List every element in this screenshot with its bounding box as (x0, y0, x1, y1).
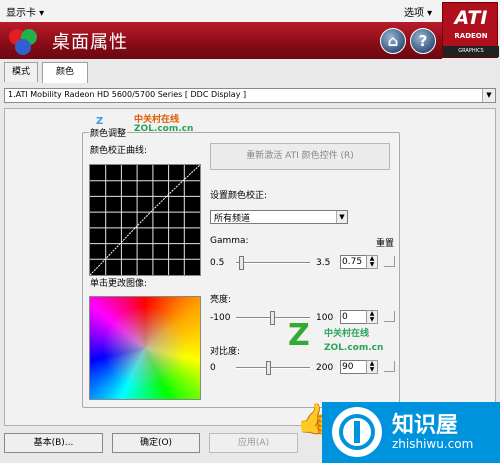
logo-sub: RADEON (454, 32, 488, 40)
contrast-slider-thumb[interactable] (266, 361, 272, 375)
brightness-reset-box[interactable] (384, 311, 395, 322)
logo-brand: ATI (454, 7, 488, 29)
gamma-max: 3.5 (316, 258, 331, 268)
brightness-min: -100 (210, 313, 231, 323)
color-balls-icon (9, 29, 37, 55)
brightness-max: 100 (316, 313, 334, 323)
brightness-label: 亮度: (210, 295, 232, 305)
brightness-value[interactable]: 0 (340, 310, 367, 324)
zhishiwu-url: zhishiwu.com (392, 437, 474, 451)
zol-watermark-site-2: ZOL.com.cn (324, 343, 384, 353)
gamma-slider-thumb[interactable] (238, 256, 244, 270)
contrast-label: 对比度: (210, 347, 241, 357)
brightness-slider-thumb[interactable] (270, 311, 275, 325)
display-select[interactable]: 1.ATI Mobility Radeon HD 5600/5700 Serie… (4, 88, 496, 103)
ok-button[interactable]: 确定(O) (112, 433, 200, 453)
basic-button[interactable]: 基本(B)... (4, 433, 103, 453)
color-curve-graph[interactable] (89, 164, 201, 276)
logo-tag: GRAPHICS (443, 46, 499, 57)
reactivate-color-controls-button[interactable]: 重新激活 ATI 颜色控件 (R) (210, 143, 390, 170)
zol-watermark-text-2: 中关村在线 (324, 329, 370, 339)
contrast-stepper[interactable]: ▲ ▼ (366, 360, 378, 374)
gamma-curve (89, 164, 201, 276)
zhishiwu-title: 知识屋 (392, 413, 459, 438)
contrast-max: 200 (316, 363, 334, 373)
ati-radeon-logo: ATI RADEON GRAPHICS (442, 2, 499, 58)
apply-button[interactable]: 应用(A) (209, 433, 298, 453)
contrast-min: 0 (210, 363, 216, 373)
page-title: 桌面属性 (52, 32, 128, 53)
contrast-slider-track[interactable] (236, 367, 310, 369)
display-select-value: 1.ATI Mobility Radeon HD 5600/5700 Serie… (8, 90, 247, 99)
contrast-reset-box[interactable] (384, 361, 395, 372)
menu-bar: 显示卡 ▾ 选项 ▾ (0, 0, 500, 22)
zol-watermark-logo-2: Z (288, 318, 310, 353)
spectrum-center (89, 296, 201, 400)
curve-label: 颜色校正曲线: (90, 146, 148, 156)
channel-select[interactable]: 所有频道 ▼ (210, 210, 348, 224)
gamma-slider-track[interactable] (236, 262, 310, 264)
group-title: 颜色调整 (89, 126, 128, 139)
help-icon[interactable]: ? (410, 28, 436, 54)
contrast-value[interactable]: 90 (340, 360, 367, 374)
tab-color[interactable]: 颜色 (42, 62, 88, 83)
gamma-value[interactable]: 0.75 (340, 255, 367, 269)
options-menu[interactable]: 选项 ▾ (404, 4, 432, 19)
brightness-stepper[interactable]: ▲ ▼ (366, 310, 378, 324)
zol-watermark-logo: Z (96, 116, 104, 127)
graphics-card-menu[interactable]: 显示卡 ▾ (6, 4, 44, 19)
gamma-stepper[interactable]: ▲ ▼ (366, 255, 378, 269)
set-correction-label: 设置颜色校正: (210, 191, 268, 201)
gamma-label: Gamma: (210, 236, 249, 246)
reset-label: 重置 (376, 239, 395, 249)
click-image-label: 单击更改图像: (90, 279, 148, 289)
curve-grid (89, 164, 201, 276)
gamma-min: 0.5 (210, 258, 225, 268)
home-icon[interactable]: ⌂ (380, 28, 406, 54)
zol-watermark-site: ZOL.com.cn (134, 124, 194, 134)
zhishiwu-logo-icon (332, 407, 382, 457)
tab-mode[interactable]: 模式 (4, 62, 38, 82)
gamma-reset-box[interactable] (384, 256, 395, 267)
chevron-down-icon[interactable]: ▼ (336, 211, 347, 223)
chevron-down-icon[interactable]: ▼ (482, 89, 495, 102)
channel-select-value: 所有频道 (214, 214, 251, 224)
